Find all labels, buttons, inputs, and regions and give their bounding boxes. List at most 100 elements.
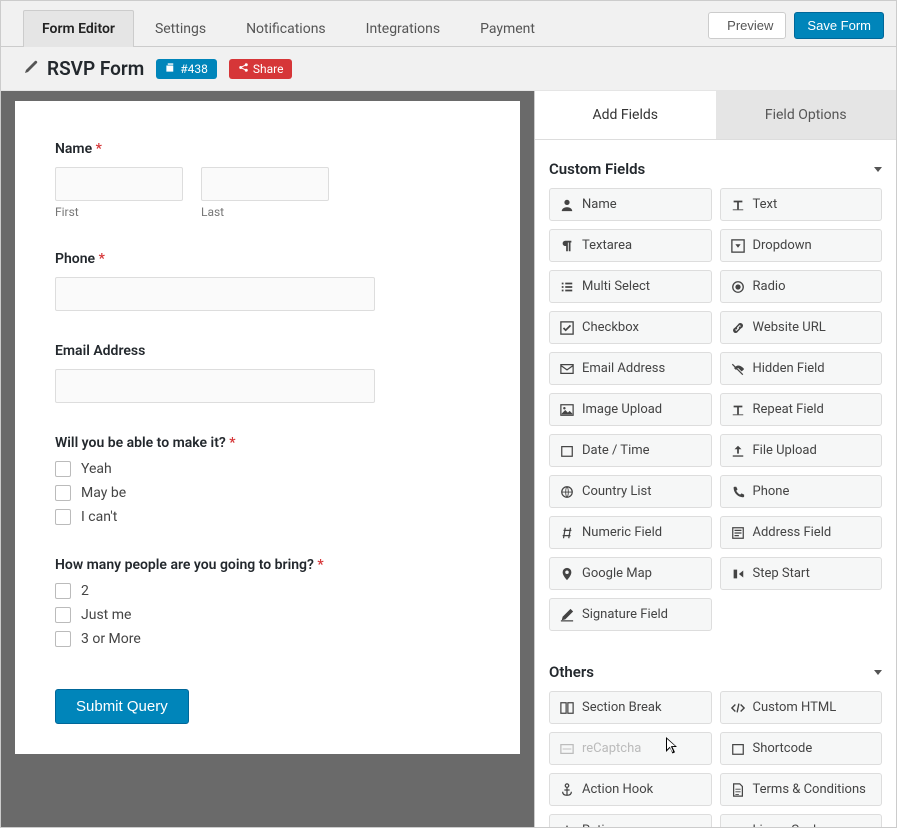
tab-payment[interactable]: Payment xyxy=(461,10,554,47)
chip-label: Name xyxy=(582,197,617,212)
top-toolbar: Form Editor Settings Notifications Integ… xyxy=(1,1,896,47)
file-icon xyxy=(731,783,745,797)
label-q1: Will you be able to make it? * xyxy=(55,435,480,451)
field-chip-text[interactable]: Text xyxy=(720,188,883,221)
field-chip-radio[interactable]: Radio xyxy=(720,270,883,303)
label-q2: How many people are you going to bring? … xyxy=(55,557,480,573)
code-icon xyxy=(731,701,745,715)
field-chip-step-start[interactable]: Step Start xyxy=(720,557,883,590)
chip-label: Checkbox xyxy=(582,320,639,335)
section-others: Others Section Break Custom HTML reCaptcha… xyxy=(535,643,896,827)
form-id-badge[interactable]: #438 xyxy=(156,59,217,79)
input-phone[interactable] xyxy=(55,277,375,311)
q1-option-1[interactable]: May be xyxy=(55,485,480,501)
chip-label: Action Hook xyxy=(582,782,653,797)
other-chip-ratings[interactable]: Ratings xyxy=(549,814,712,827)
field-chip-phone[interactable]: Phone xyxy=(720,475,883,508)
chip-label: Text xyxy=(753,197,778,212)
chip-label: reCaptcha xyxy=(582,741,641,756)
upload-icon xyxy=(731,444,745,458)
tab-notifications[interactable]: Notifications xyxy=(227,10,345,47)
chip-label: Image Upload xyxy=(582,402,662,417)
section-custom-fields: Custom Fields Name Text TextareaDropdownMu… xyxy=(535,140,896,643)
q1-option-2[interactable]: I can't xyxy=(55,509,480,525)
input-email[interactable] xyxy=(55,369,375,403)
tab-settings[interactable]: Settings xyxy=(136,10,225,47)
list-icon xyxy=(560,280,574,294)
field-phone[interactable]: Phone * xyxy=(55,251,480,311)
field-q2[interactable]: How many people are you going to bring? … xyxy=(55,557,480,647)
share-button[interactable]: Share xyxy=(229,59,293,79)
field-chip-email-address[interactable]: Email Address xyxy=(549,352,712,385)
chip-label: Terms & Conditions xyxy=(753,782,866,797)
submit-button[interactable]: Submit Query xyxy=(55,689,189,724)
form-canvas: Name * First Last xyxy=(15,101,520,754)
save-form-button[interactable]: Save Form xyxy=(794,12,884,39)
sign-icon xyxy=(560,608,574,622)
field-chip-hidden-field[interactable]: Hidden Field xyxy=(720,352,883,385)
address-icon xyxy=(731,526,745,540)
field-chip-image-upload[interactable]: Image Upload xyxy=(549,393,712,426)
tab-field-options[interactable]: Field Options xyxy=(716,91,897,140)
calendar-icon xyxy=(560,444,574,458)
chip-label: Google Map xyxy=(582,566,652,581)
q2-option-2[interactable]: 3 or More xyxy=(55,631,480,647)
other-chip-linear-scale[interactable]: Linear Scale xyxy=(720,814,883,827)
q2-option-0[interactable]: 2 xyxy=(55,583,480,599)
pencil-icon xyxy=(23,57,39,80)
recaptcha-icon xyxy=(560,742,574,756)
input-last-name[interactable] xyxy=(201,167,329,201)
other-chip-action-hook[interactable]: Action Hook xyxy=(549,773,712,806)
chip-label: Ratings xyxy=(582,823,626,827)
field-chip-date-time[interactable]: Date / Time xyxy=(549,434,712,467)
fields-panel-scroll[interactable]: Add Fields Field Options Custom Fields N… xyxy=(535,91,896,827)
field-chip-file-upload[interactable]: File Upload xyxy=(720,434,883,467)
tab-add-fields[interactable]: Add Fields xyxy=(535,91,716,140)
dot-icon xyxy=(731,280,745,294)
field-chip-signature-field[interactable]: Signature Field xyxy=(549,598,712,631)
other-chip-section-break[interactable]: Section Break xyxy=(549,691,712,724)
chip-label: Address Field xyxy=(753,525,832,540)
label-name: Name * xyxy=(55,141,480,157)
chip-label: Section Break xyxy=(582,700,662,715)
field-name[interactable]: Name * First Last xyxy=(55,141,480,219)
q2-option-1[interactable]: Just me xyxy=(55,607,480,623)
q1-option-0[interactable]: Yeah xyxy=(55,461,480,477)
eye-slash-icon xyxy=(731,362,745,376)
text-icon xyxy=(731,198,745,212)
title-bar: RSVP Form #438 Share xyxy=(1,47,896,91)
other-chip-shortcode[interactable]: Shortcode xyxy=(720,732,883,765)
tab-form-editor[interactable]: Form Editor xyxy=(23,10,134,47)
field-chip-numeric-field[interactable]: Numeric Field xyxy=(549,516,712,549)
chip-label: Linear Scale xyxy=(753,823,824,827)
section-custom-heading[interactable]: Custom Fields xyxy=(549,150,882,188)
field-chip-country-list[interactable]: Country List xyxy=(549,475,712,508)
field-chip-textarea[interactable]: Textarea xyxy=(549,229,712,262)
preview-button[interactable]: Preview xyxy=(708,12,786,39)
field-chip-address-field[interactable]: Address Field xyxy=(720,516,883,549)
other-chip-terms-conditions[interactable]: Terms & Conditions xyxy=(720,773,883,806)
field-email[interactable]: Email Address xyxy=(55,343,480,403)
field-chip-website-url[interactable]: Website URL xyxy=(720,311,883,344)
field-chip-checkbox[interactable]: Checkbox xyxy=(549,311,712,344)
label-email: Email Address xyxy=(55,343,480,359)
chip-label: Shortcode xyxy=(753,741,813,756)
field-chip-multi-select[interactable]: Multi Select xyxy=(549,270,712,303)
user-icon xyxy=(560,198,574,212)
sublabel-first: First xyxy=(55,205,183,219)
chip-label: Repeat Field xyxy=(753,402,824,417)
repeat-t-icon xyxy=(731,403,745,417)
field-chip-dropdown[interactable]: Dropdown xyxy=(720,229,883,262)
field-chip-google-map[interactable]: Google Map xyxy=(549,557,712,590)
tab-integrations[interactable]: Integrations xyxy=(347,10,459,47)
input-first-name[interactable] xyxy=(55,167,183,201)
form-preview-scroll[interactable]: Name * First Last xyxy=(1,91,535,827)
label-phone: Phone * xyxy=(55,251,480,267)
section-others-heading[interactable]: Others xyxy=(549,653,882,691)
other-chip-custom-html[interactable]: Custom HTML xyxy=(720,691,883,724)
chip-label: Country List xyxy=(582,484,652,499)
field-chip-repeat-field[interactable]: Repeat Field xyxy=(720,393,883,426)
panel-tabs: Add Fields Field Options xyxy=(535,91,896,140)
field-chip-name[interactable]: Name xyxy=(549,188,712,221)
field-q1[interactable]: Will you be able to make it? * Yeah May … xyxy=(55,435,480,525)
